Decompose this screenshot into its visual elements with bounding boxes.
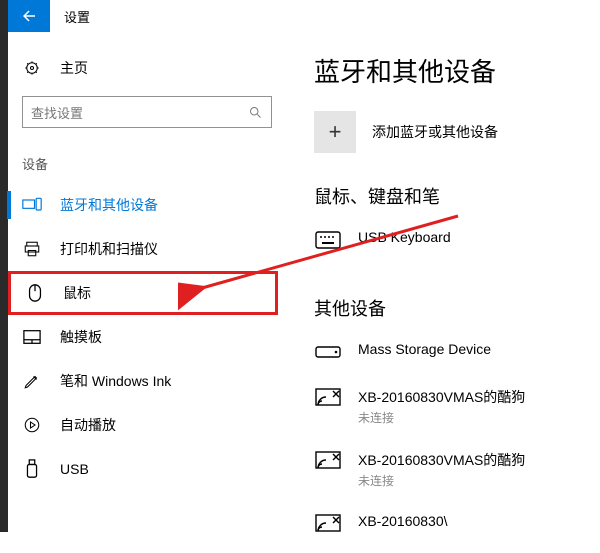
printer-icon [22,240,42,258]
search-input[interactable]: 查找设置 [22,96,272,128]
keyboard-icon [314,229,342,251]
page-title: 蓝牙和其他设备 [314,52,590,89]
sidebar-item-label: 笔和 Windows Ink [60,371,171,391]
device-name: USB Keyboard [358,229,451,245]
titlebar: 设置 [8,0,600,32]
arrow-left-icon [20,7,38,25]
device-status: 未连接 [358,409,525,426]
device-row[interactable]: Mass Storage Device [314,335,590,381]
add-device-button[interactable]: + 添加蓝牙或其他设备 [314,111,590,153]
cast-icon [314,450,342,472]
sidebar-list: 蓝牙和其他设备 打印机和扫描仪 鼠标 触摸板 [8,183,278,491]
device-name: XB-20160830\ [358,513,448,529]
window-left-edge [0,0,8,532]
device-name: XB-20160830VMAS的酷狗 [358,450,525,470]
sidebar-item-usb[interactable]: USB [8,447,278,491]
usb-icon [22,459,42,479]
sidebar-item-label: 触摸板 [60,327,102,347]
sidebar-home[interactable]: 主页 [8,50,278,86]
sidebar-item-pen[interactable]: 笔和 Windows Ink [8,359,278,403]
sidebar-item-label: 鼠标 [63,283,91,303]
sidebar-item-touchpad[interactable]: 触摸板 [8,315,278,359]
sidebar-item-mouse[interactable]: 鼠标 [8,271,278,315]
add-device-label: 添加蓝牙或其他设备 [372,122,498,142]
device-name: Mass Storage Device [358,341,491,357]
device-row-keyboard[interactable]: USB Keyboard [314,223,590,269]
device-row[interactable]: XB-20160830VMAS的酷狗 未连接 [314,444,590,507]
sidebar-item-bluetooth[interactable]: 蓝牙和其他设备 [8,183,278,227]
device-row[interactable]: XB-20160830VMAS的酷狗 未连接 [314,381,590,444]
autoplay-icon [22,416,42,434]
device-status: 未连接 [358,472,525,489]
devices-icon [22,197,42,213]
sidebar-home-label: 主页 [60,58,88,78]
sidebar: 主页 查找设置 设备 蓝牙和其他设备 打印机和扫描 [8,32,278,532]
sidebar-item-autoplay[interactable]: 自动播放 [8,403,278,447]
mouse-icon [25,283,45,303]
back-button[interactable] [8,0,50,32]
cast-icon [314,387,342,409]
sidebar-section-label: 设备 [8,128,278,183]
home-icon [22,59,42,77]
sidebar-item-label: 打印机和扫描仪 [60,239,158,259]
device-row[interactable]: XB-20160830\ [314,507,590,553]
sidebar-item-printers[interactable]: 打印机和扫描仪 [8,227,278,271]
sidebar-item-label: USB [60,461,89,477]
search-placeholder: 查找设置 [31,103,83,122]
search-icon [248,105,263,120]
pen-icon [22,372,42,390]
sidebar-item-label: 自动播放 [60,415,116,435]
window-title: 设置 [64,7,90,26]
device-name: XB-20160830VMAS的酷狗 [358,387,525,407]
storage-icon [314,341,342,363]
plus-icon: + [314,111,356,153]
main-content: 蓝牙和其他设备 + 添加蓝牙或其他设备 鼠标、键盘和笔 USB Keyboard… [278,32,600,532]
touchpad-icon [22,329,42,345]
section-other-devices: 其他设备 [314,295,590,321]
sidebar-item-label: 蓝牙和其他设备 [60,195,158,215]
section-mouse-keyboard-pen: 鼠标、键盘和笔 [314,183,590,209]
